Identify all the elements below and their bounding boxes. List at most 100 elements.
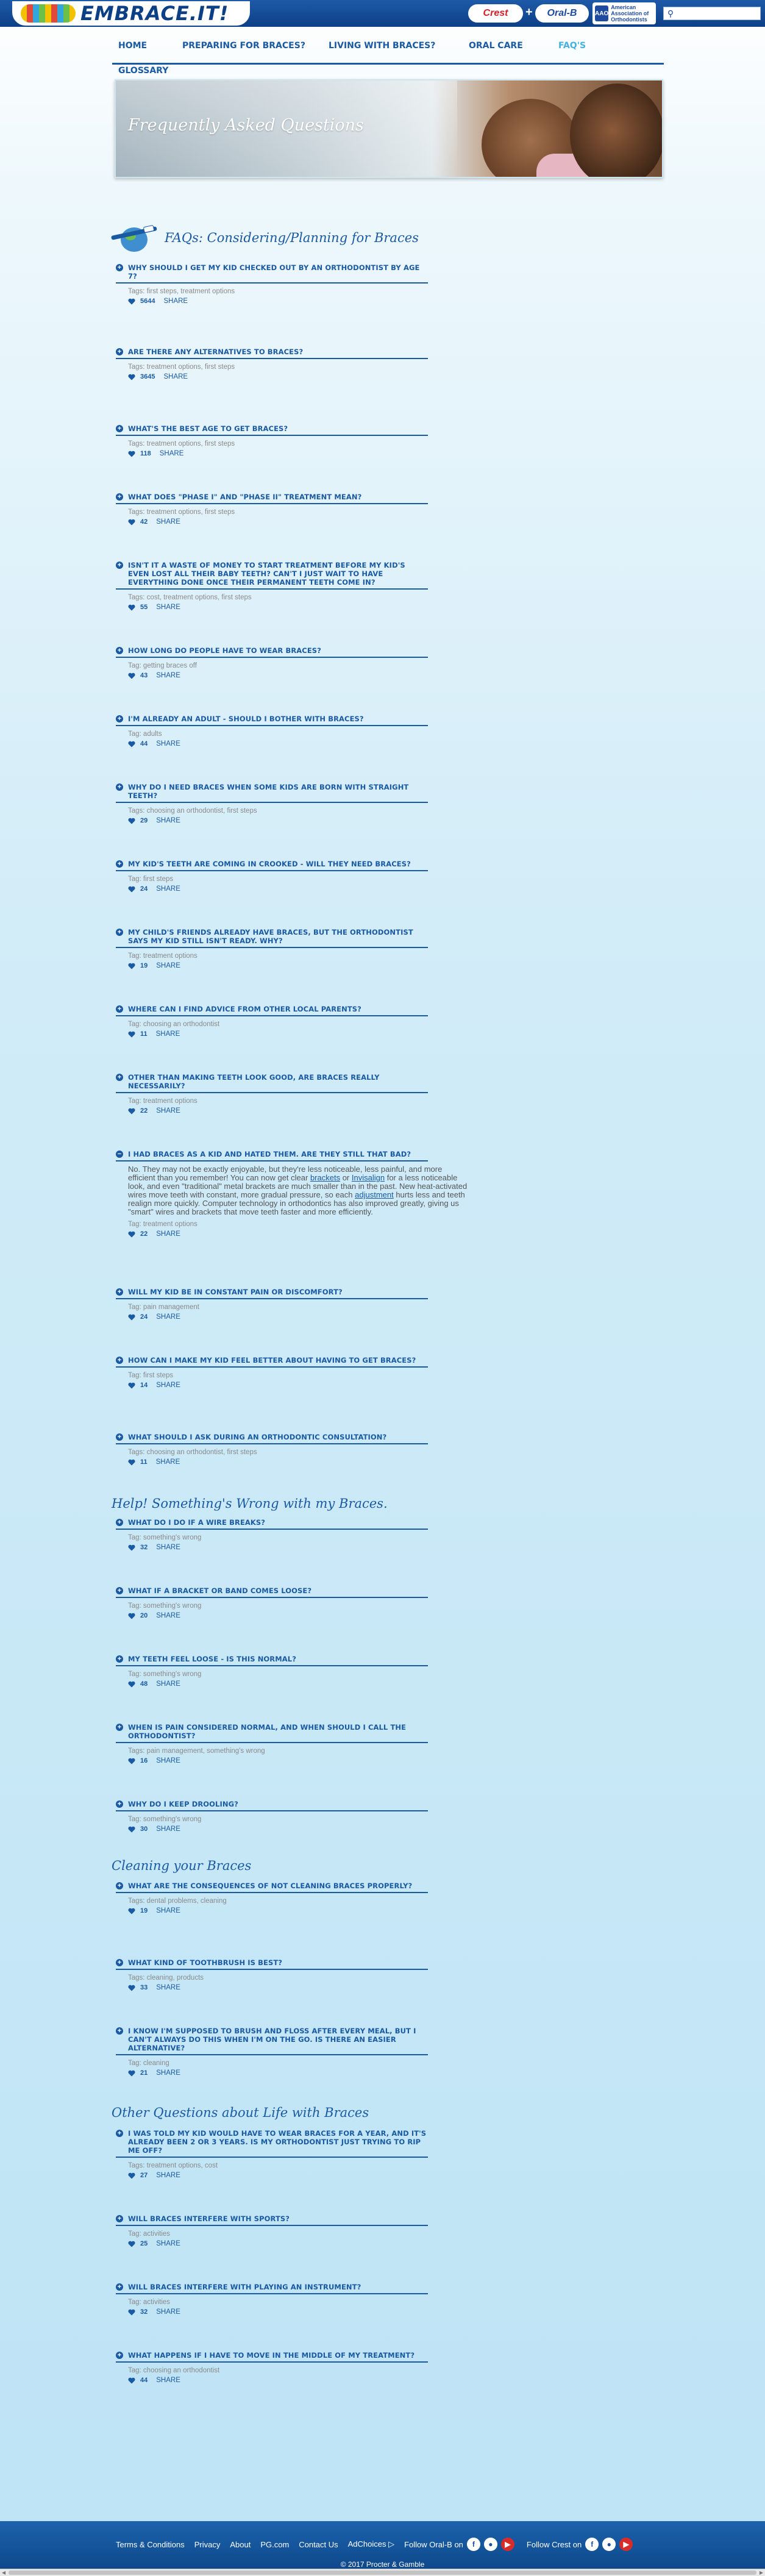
faq-question-row[interactable]: + MY CHILD'S FRIENDS ALREADY HAVE BRACES,…	[116, 928, 428, 948]
heart-like-icon[interactable]	[128, 1681, 135, 1688]
expand-plus-icon[interactable]: +	[116, 1655, 123, 1663]
faq-question[interactable]: WHAT ARE THE CONSEQUENCES OF NOT CLEANIN…	[128, 1882, 412, 1890]
share-button[interactable]: SHARE	[156, 1907, 180, 1914]
share-button[interactable]: SHARE	[156, 1757, 180, 1764]
expand-plus-icon[interactable]: +	[116, 1433, 123, 1441]
faq-question[interactable]: WILL MY KID BE IN CONSTANT PAIN OR DISCO…	[128, 1288, 343, 1296]
share-button[interactable]: SHARE	[156, 1382, 180, 1389]
faq-question-row[interactable]: + WHAT KIND OF TOOTHBRUSH IS BEST?	[116, 1958, 428, 1970]
search-input[interactable]	[677, 8, 758, 19]
facebook-icon[interactable]: f	[585, 2538, 599, 2551]
faq-question[interactable]: I'M ALREADY AN ADULT - SHOULD I BOTHER W…	[128, 715, 364, 723]
faq-question-row[interactable]: + ARE THERE ANY ALTERNATIVES TO BRACES?	[116, 348, 428, 359]
invisalign-link[interactable]: Invisalign	[352, 1173, 385, 1182]
faq-question[interactable]: WHY SHOULD I GET MY KID CHECKED OUT BY A…	[128, 263, 428, 280]
faq-question[interactable]: WHAT IF A BRACKET OR BAND COMES LOOSE?	[128, 1586, 311, 1595]
faq-question[interactable]: MY KID'S TEETH ARE COMING IN CROOKED - W…	[128, 860, 411, 868]
faq-question-row[interactable]: + WHERE CAN I FIND ADVICE FROM OTHER LOCA…	[116, 1005, 428, 1016]
faq-question[interactable]: WILL BRACES INTERFERE WITH SPORTS?	[128, 2214, 290, 2223]
heart-like-icon[interactable]	[128, 673, 135, 679]
share-button[interactable]: SHARE	[156, 2172, 180, 2179]
nav-item-home[interactable]: HOME	[118, 41, 147, 51]
expand-plus-icon[interactable]: +	[116, 783, 123, 791]
heart-like-icon[interactable]	[128, 1613, 135, 1619]
share-button[interactable]: SHARE	[156, 1230, 180, 1238]
expand-plus-icon[interactable]: +	[116, 715, 123, 722]
faq-question-row[interactable]: + WILL MY KID BE IN CONSTANT PAIN OR DISC…	[116, 1288, 428, 1299]
heart-like-icon[interactable]	[128, 374, 135, 380]
faq-question[interactable]: HOW LONG DO PEOPLE HAVE TO WEAR BRACES?	[128, 646, 321, 655]
embrace-it-logo[interactable]: EMBRACE.IT!	[12, 1, 250, 26]
heart-like-icon[interactable]	[128, 2241, 135, 2247]
scrollbar-thumb[interactable]	[9, 2571, 756, 2575]
expand-plus-icon[interactable]: +	[116, 264, 123, 271]
heart-like-icon[interactable]	[128, 741, 135, 747]
expand-plus-icon[interactable]: +	[116, 562, 123, 569]
footer-link-adchoices[interactable]: AdChoices ▷	[348, 2539, 394, 2549]
facebook-icon[interactable]: f	[466, 2538, 480, 2551]
expand-plus-icon[interactable]: +	[116, 2352, 123, 2359]
horizontal-scrollbar[interactable]: ◀ ▶	[0, 2569, 765, 2576]
share-button[interactable]: SHARE	[163, 373, 188, 380]
adjustment-link[interactable]: adjustment	[355, 1190, 394, 1199]
faq-question[interactable]: WHAT DOES "PHASE I" AND "PHASE II" TREAT…	[128, 493, 361, 501]
faq-question-row[interactable]: + I'M ALREADY AN ADULT - SHOULD I BOTHER …	[116, 715, 428, 726]
expand-plus-icon[interactable]: +	[116, 348, 123, 355]
faq-question-row[interactable]: + MY TEETH FEEL LOOSE - IS THIS NORMAL?	[116, 1655, 428, 1666]
share-button[interactable]: SHARE	[156, 740, 180, 747]
faq-question-row[interactable]: + WHAT SHOULD I ASK DURING AN ORTHODONTIC…	[116, 1433, 428, 1444]
faq-question[interactable]: WHAT KIND OF TOOTHBRUSH IS BEST?	[128, 1958, 282, 1967]
expand-plus-icon[interactable]: +	[116, 929, 123, 936]
oral-b-brand-logo[interactable]: Oral-B	[535, 4, 589, 23]
faq-question-row[interactable]: + MY KID'S TEETH ARE COMING IN CROOKED - …	[116, 860, 428, 871]
heart-like-icon[interactable]	[128, 1459, 135, 1466]
crest-brand-logo[interactable]: Crest	[468, 4, 523, 23]
faq-question-row[interactable]: + ISN'T IT A WASTE OF MONEY TO START TREA…	[116, 561, 428, 590]
heart-like-icon[interactable]	[128, 519, 135, 526]
faq-question-row[interactable]: + WHAT DOES "PHASE I" AND "PHASE II" TREA…	[116, 493, 428, 504]
youtube-icon[interactable]: ▶	[500, 2538, 514, 2551]
faq-question-row[interactable]: + WHAT'S THE BEST AGE TO GET BRACES?	[116, 424, 428, 436]
share-button[interactable]: SHARE	[156, 2377, 180, 2384]
expand-plus-icon[interactable]: +	[116, 860, 123, 868]
share-button[interactable]: SHARE	[156, 1612, 180, 1619]
expand-plus-icon[interactable]: +	[116, 2130, 123, 2137]
footer-link-pg[interactable]: PG.com	[260, 2540, 289, 2549]
expand-plus-icon[interactable]: +	[116, 1288, 123, 1296]
share-button[interactable]: SHARE	[156, 2240, 180, 2247]
faq-question-row[interactable]: + WHAT ARE THE CONSEQUENCES OF NOT CLEANI…	[116, 1882, 428, 1893]
heart-like-icon[interactable]	[128, 1985, 135, 1991]
footer-link-about[interactable]: About	[230, 2540, 251, 2549]
heart-like-icon[interactable]	[128, 1108, 135, 1115]
expand-plus-icon[interactable]: +	[116, 1587, 123, 1594]
heart-like-icon[interactable]	[128, 886, 135, 893]
heart-like-icon[interactable]	[128, 2070, 135, 2077]
expand-plus-icon[interactable]: +	[116, 1724, 123, 1731]
share-button[interactable]: SHARE	[156, 885, 180, 893]
faq-question-row[interactable]: + WHY DO I KEEP DROOLING?	[116, 1800, 428, 1811]
faq-question[interactable]: HOW CAN I MAKE MY KID FEEL BETTER ABOUT …	[128, 1356, 416, 1365]
faq-question[interactable]: WHAT DO I DO IF A WIRE BREAKS?	[128, 1518, 265, 1527]
share-button[interactable]: SHARE	[156, 672, 180, 679]
faq-question-row[interactable]: + WHAT IF A BRACKET OR BAND COMES LOOSE?	[116, 1586, 428, 1598]
heart-like-icon[interactable]	[128, 451, 135, 457]
faq-question-row[interactable]: + WILL BRACES INTERFERE WITH SPORTS?	[116, 2214, 428, 2226]
faq-question[interactable]: WILL BRACES INTERFERE WITH PLAYING AN IN…	[128, 2283, 361, 2291]
faq-question-row[interactable]: + HOW CAN I MAKE MY KID FEEL BETTER ABOUT…	[116, 1356, 428, 1368]
scroll-right-arrow-icon[interactable]: ▶	[760, 2570, 763, 2575]
faq-question-row[interactable]: + I WAS TOLD MY KID WOULD HAVE TO WEAR BR…	[116, 2129, 428, 2158]
expand-plus-icon[interactable]: +	[116, 1074, 123, 1081]
expand-plus-icon[interactable]: +	[116, 1005, 123, 1013]
heart-like-icon[interactable]	[128, 2377, 135, 2384]
faq-question-row[interactable]: + WHEN IS PAIN CONSIDERED NORMAL, AND WHE…	[116, 1723, 428, 1743]
faq-question[interactable]: I WAS TOLD MY KID WOULD HAVE TO WEAR BRA…	[128, 2129, 428, 2155]
expand-plus-icon[interactable]: +	[116, 1882, 123, 1889]
share-button[interactable]: SHARE	[156, 2069, 180, 2077]
expand-plus-icon[interactable]: +	[116, 2283, 123, 2291]
expand-plus-icon[interactable]: +	[116, 647, 123, 654]
heart-like-icon[interactable]	[128, 1908, 135, 1914]
faq-question-row[interactable]: + OTHER THAN MAKING TEETH LOOK GOOD, ARE …	[116, 1073, 428, 1093]
heart-like-icon[interactable]	[128, 1231, 135, 1238]
nav-item-faqs[interactable]: FAQ'S	[558, 41, 586, 51]
heart-like-icon[interactable]	[128, 1382, 135, 1389]
